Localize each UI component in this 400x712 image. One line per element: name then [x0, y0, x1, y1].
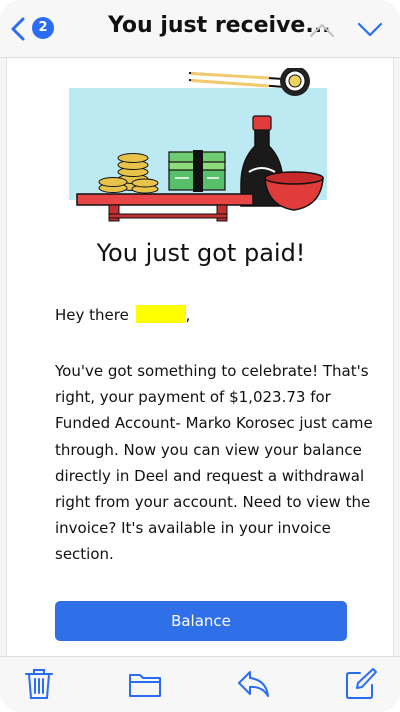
nav-bar: 2 You just receive...	[0, 0, 400, 58]
back-chevron-icon[interactable]	[4, 14, 34, 44]
redacted-name-highlight	[135, 305, 186, 323]
compose-icon[interactable]	[344, 667, 378, 701]
greeting-text: Hey there	[55, 306, 129, 324]
sushi-payment-illustration	[69, 68, 327, 222]
mail-screen: 2 You just receive... You just got paid!…	[0, 0, 400, 712]
chevron-up-icon[interactable]	[308, 20, 336, 40]
email-body-text: You've got something to celebrate! That'…	[55, 362, 373, 564]
email-headline: You just got paid!	[96, 239, 306, 267]
reply-icon[interactable]	[236, 667, 270, 701]
bottom-toolbar	[0, 656, 400, 712]
greeting-line: Hey there ,	[55, 305, 190, 324]
balance-button[interactable]: Balance	[55, 601, 347, 641]
unread-count-badge: 2	[32, 17, 54, 39]
email-content: You just got paid! Hey there , You've go…	[6, 58, 394, 656]
email-subject-title: You just receive...	[108, 13, 331, 38]
chevron-down-icon[interactable]	[356, 20, 384, 40]
trash-icon[interactable]	[22, 667, 56, 701]
folder-icon[interactable]	[128, 667, 162, 701]
greeting-comma: ,	[185, 306, 191, 324]
